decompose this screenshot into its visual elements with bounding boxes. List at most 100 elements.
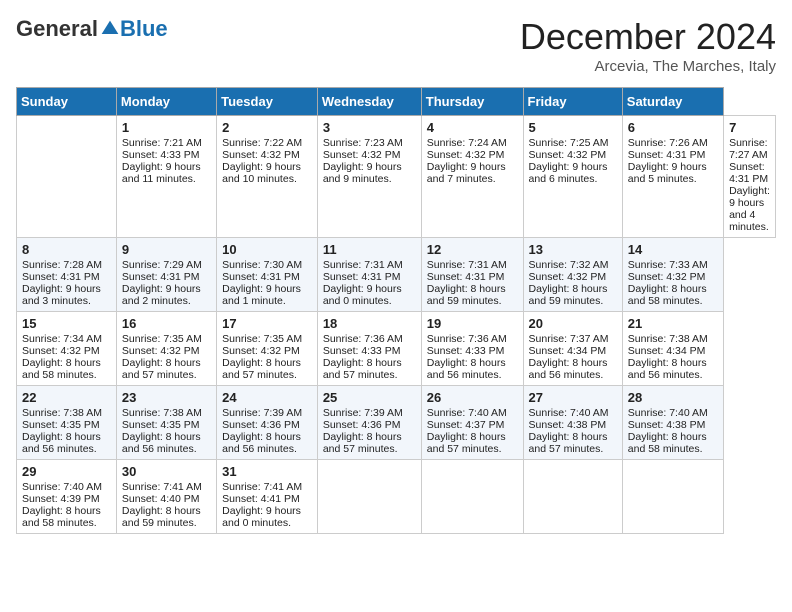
calendar-day-cell: 6 Sunrise: 7:26 AM Sunset: 4:31 PM Dayli…: [622, 116, 723, 238]
day-number: 30: [122, 464, 211, 479]
calendar-day-cell: 19 Sunrise: 7:36 AM Sunset: 4:33 PM Dayl…: [421, 312, 523, 386]
calendar-week-row: 8 Sunrise: 7:28 AM Sunset: 4:31 PM Dayli…: [17, 238, 776, 312]
daylight-text: Daylight: 9 hours and 7 minutes.: [427, 161, 506, 185]
calendar-day-cell: 20 Sunrise: 7:37 AM Sunset: 4:34 PM Dayl…: [523, 312, 622, 386]
calendar-day-cell: 25 Sunrise: 7:39 AM Sunset: 4:36 PM Dayl…: [317, 386, 421, 460]
calendar-day-cell: 5 Sunrise: 7:25 AM Sunset: 4:32 PM Dayli…: [523, 116, 622, 238]
calendar-day-cell: 22 Sunrise: 7:38 AM Sunset: 4:35 PM Dayl…: [17, 386, 117, 460]
day-number: 19: [427, 316, 518, 331]
logo-general-text: General: [16, 16, 98, 42]
sunrise-text: Sunrise: 7:26 AM: [628, 137, 708, 149]
sunset-text: Sunset: 4:31 PM: [323, 271, 401, 283]
sunrise-text: Sunrise: 7:31 AM: [323, 259, 403, 271]
calendar-day-cell: 18 Sunrise: 7:36 AM Sunset: 4:33 PM Dayl…: [317, 312, 421, 386]
sunset-text: Sunset: 4:32 PM: [529, 149, 607, 161]
daylight-text: Daylight: 8 hours and 56 minutes.: [22, 431, 101, 455]
sunrise-text: Sunrise: 7:40 AM: [22, 481, 102, 493]
calendar-day-cell: 7 Sunrise: 7:27 AM Sunset: 4:31 PM Dayli…: [724, 116, 776, 238]
daylight-text: Daylight: 9 hours and 4 minutes.: [729, 185, 770, 233]
daylight-text: Daylight: 9 hours and 2 minutes.: [122, 283, 201, 307]
daylight-text: Daylight: 9 hours and 9 minutes.: [323, 161, 402, 185]
daylight-text: Daylight: 9 hours and 0 minutes.: [323, 283, 402, 307]
calendar-day-cell: [317, 460, 421, 534]
calendar-week-row: 1 Sunrise: 7:21 AM Sunset: 4:33 PM Dayli…: [17, 116, 776, 238]
calendar-week-row: 22 Sunrise: 7:38 AM Sunset: 4:35 PM Dayl…: [17, 386, 776, 460]
calendar-day-cell: 15 Sunrise: 7:34 AM Sunset: 4:32 PM Dayl…: [17, 312, 117, 386]
daylight-text: Daylight: 8 hours and 56 minutes.: [529, 357, 608, 381]
sunset-text: Sunset: 4:33 PM: [122, 149, 200, 161]
sunset-text: Sunset: 4:39 PM: [22, 493, 100, 505]
location-subtitle: Arcevia, The Marches, Italy: [520, 58, 776, 75]
sunset-text: Sunset: 4:35 PM: [22, 419, 100, 431]
sunset-text: Sunset: 4:40 PM: [122, 493, 200, 505]
daylight-text: Daylight: 8 hours and 59 minutes.: [122, 505, 201, 529]
daylight-text: Daylight: 8 hours and 56 minutes.: [122, 431, 201, 455]
calendar-day-cell: 4 Sunrise: 7:24 AM Sunset: 4:32 PM Dayli…: [421, 116, 523, 238]
day-number: 22: [22, 390, 111, 405]
sunrise-text: Sunrise: 7:36 AM: [427, 333, 507, 345]
sunset-text: Sunset: 4:32 PM: [222, 345, 300, 357]
calendar-header: SundayMondayTuesdayWednesdayThursdayFrid…: [17, 88, 776, 116]
sunset-text: Sunset: 4:32 PM: [427, 149, 505, 161]
calendar-body: 1 Sunrise: 7:21 AM Sunset: 4:33 PM Dayli…: [17, 116, 776, 534]
day-number: 18: [323, 316, 416, 331]
calendar-day-cell: 8 Sunrise: 7:28 AM Sunset: 4:31 PM Dayli…: [17, 238, 117, 312]
sunset-text: Sunset: 4:31 PM: [222, 271, 300, 283]
calendar-day-cell: 29 Sunrise: 7:40 AM Sunset: 4:39 PM Dayl…: [17, 460, 117, 534]
sunrise-text: Sunrise: 7:25 AM: [529, 137, 609, 149]
sunset-text: Sunset: 4:32 PM: [122, 345, 200, 357]
sunset-text: Sunset: 4:31 PM: [729, 161, 768, 185]
day-number: 3: [323, 120, 416, 135]
sunset-text: Sunset: 4:31 PM: [628, 149, 706, 161]
sunset-text: Sunset: 4:32 PM: [529, 271, 607, 283]
sunrise-text: Sunrise: 7:32 AM: [529, 259, 609, 271]
sunset-text: Sunset: 4:31 PM: [122, 271, 200, 283]
sunset-text: Sunset: 4:32 PM: [628, 271, 706, 283]
daylight-text: Daylight: 9 hours and 3 minutes.: [22, 283, 101, 307]
logo-icon: [100, 19, 120, 39]
page-header: General Blue December 2024 Arcevia, The …: [16, 16, 776, 75]
daylight-text: Daylight: 9 hours and 1 minute.: [222, 283, 301, 307]
day-of-week-header: Tuesday: [217, 88, 318, 116]
sunrise-text: Sunrise: 7:40 AM: [427, 407, 507, 419]
sunrise-text: Sunrise: 7:41 AM: [222, 481, 302, 493]
sunset-text: Sunset: 4:33 PM: [427, 345, 505, 357]
day-number: 23: [122, 390, 211, 405]
daylight-text: Daylight: 8 hours and 58 minutes.: [628, 431, 707, 455]
calendar-day-cell: 31 Sunrise: 7:41 AM Sunset: 4:41 PM Dayl…: [217, 460, 318, 534]
calendar-day-cell: 21 Sunrise: 7:38 AM Sunset: 4:34 PM Dayl…: [622, 312, 723, 386]
calendar-day-cell: 23 Sunrise: 7:38 AM Sunset: 4:35 PM Dayl…: [116, 386, 216, 460]
daylight-text: Daylight: 8 hours and 57 minutes.: [323, 431, 402, 455]
daylight-text: Daylight: 8 hours and 59 minutes.: [427, 283, 506, 307]
daylight-text: Daylight: 8 hours and 57 minutes.: [222, 357, 301, 381]
day-of-week-header: Sunday: [17, 88, 117, 116]
day-number: 13: [529, 242, 617, 257]
calendar-day-cell: 2 Sunrise: 7:22 AM Sunset: 4:32 PM Dayli…: [217, 116, 318, 238]
day-number: 16: [122, 316, 211, 331]
sunrise-text: Sunrise: 7:21 AM: [122, 137, 202, 149]
sunrise-text: Sunrise: 7:37 AM: [529, 333, 609, 345]
sunrise-text: Sunrise: 7:23 AM: [323, 137, 403, 149]
sunset-text: Sunset: 4:36 PM: [323, 419, 401, 431]
calendar-day-cell: 26 Sunrise: 7:40 AM Sunset: 4:37 PM Dayl…: [421, 386, 523, 460]
daylight-text: Daylight: 8 hours and 57 minutes.: [122, 357, 201, 381]
day-number: 17: [222, 316, 312, 331]
day-number: 12: [427, 242, 518, 257]
sunrise-text: Sunrise: 7:38 AM: [628, 333, 708, 345]
day-number: 10: [222, 242, 312, 257]
day-of-week-header: Monday: [116, 88, 216, 116]
day-number: 20: [529, 316, 617, 331]
sunset-text: Sunset: 4:32 PM: [222, 149, 300, 161]
daylight-text: Daylight: 8 hours and 57 minutes.: [529, 431, 608, 455]
daylight-text: Daylight: 8 hours and 58 minutes.: [628, 283, 707, 307]
sunrise-text: Sunrise: 7:38 AM: [22, 407, 102, 419]
calendar-table: SundayMondayTuesdayWednesdayThursdayFrid…: [16, 87, 776, 534]
day-number: 26: [427, 390, 518, 405]
calendar-day-cell: 9 Sunrise: 7:29 AM Sunset: 4:31 PM Dayli…: [116, 238, 216, 312]
daylight-text: Daylight: 8 hours and 56 minutes.: [427, 357, 506, 381]
calendar-day-cell: [421, 460, 523, 534]
day-number: 21: [628, 316, 718, 331]
sunset-text: Sunset: 4:36 PM: [222, 419, 300, 431]
sunset-text: Sunset: 4:34 PM: [529, 345, 607, 357]
daylight-text: Daylight: 9 hours and 5 minutes.: [628, 161, 707, 185]
